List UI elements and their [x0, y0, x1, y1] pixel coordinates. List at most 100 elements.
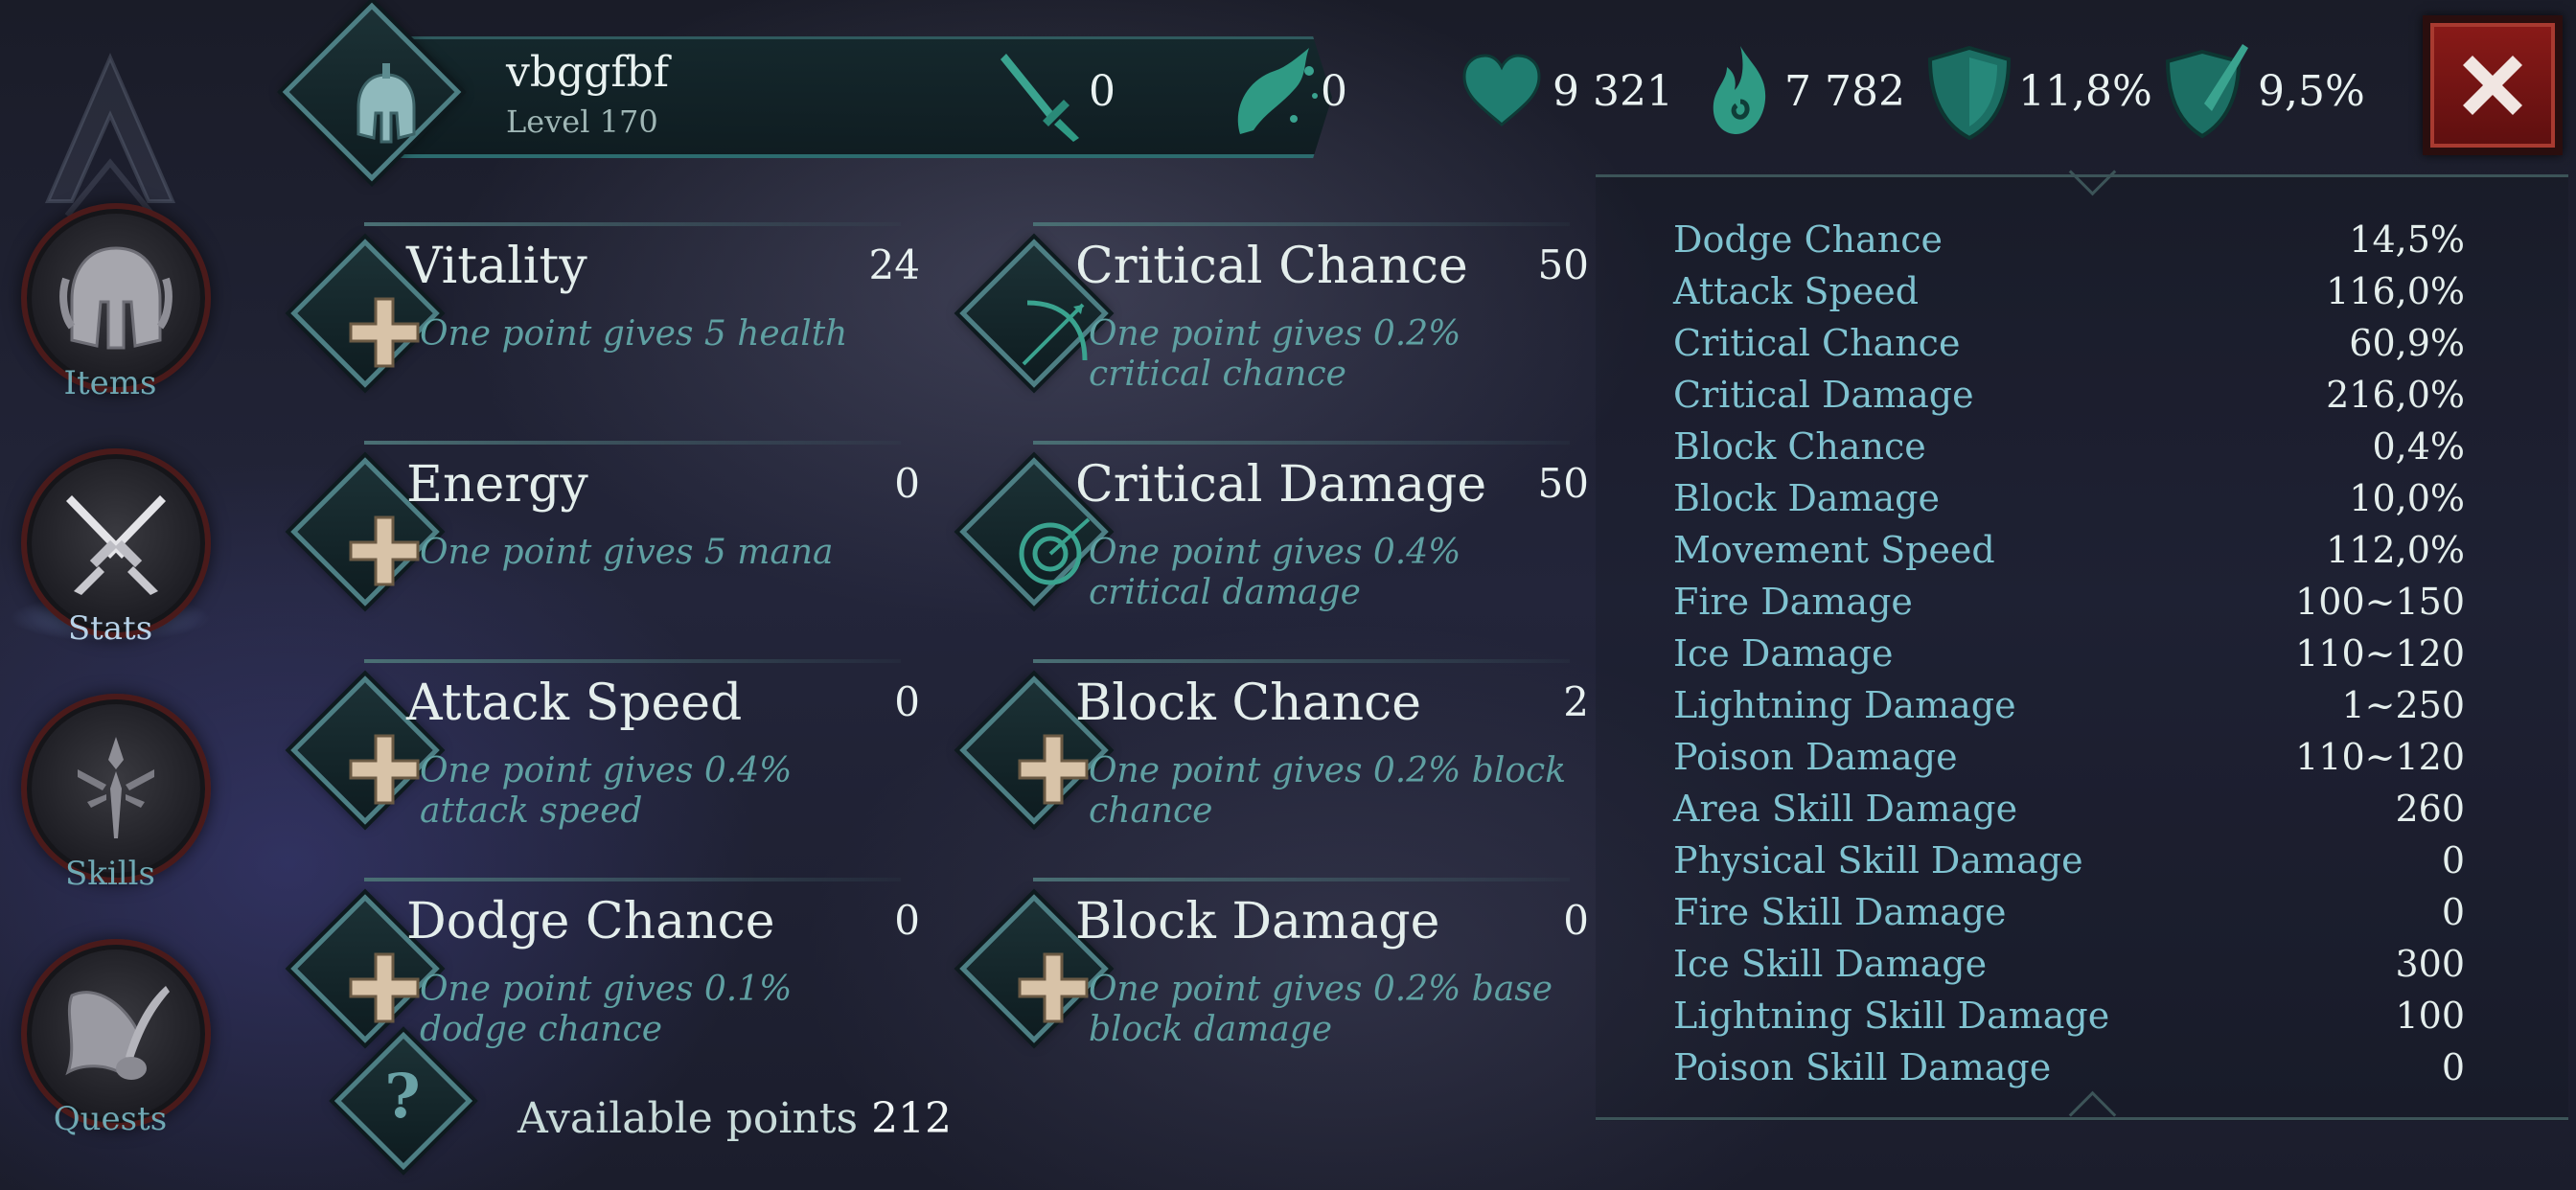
- stat-value: 0,4%: [2372, 425, 2465, 468]
- stat-row: Lightning Damage 1~250: [1673, 684, 2465, 736]
- attribute-value: 50: [1537, 460, 1589, 507]
- stat-row: Lightning Skill Damage 100: [1673, 995, 2465, 1046]
- attribute-value: 24: [868, 241, 920, 288]
- sidebar-item-label[interactable]: Quests: [0, 1100, 220, 1138]
- stat-row: Dodge Chance 14,5%: [1673, 218, 2465, 270]
- help-question-icon[interactable]: ?: [345, 1035, 460, 1159]
- stat-value: 0: [2441, 891, 2465, 933]
- sidebar-item-label[interactable]: Skills: [0, 855, 220, 893]
- stat-row: Movement Speed 112,0%: [1673, 529, 2465, 581]
- stat-value: 14,5%: [2349, 218, 2465, 261]
- attribute-description: One point gives 5 health: [420, 314, 848, 354]
- attribute-description: One point gives 5 mana: [420, 533, 834, 572]
- stat-value: 10,0%: [2349, 477, 2465, 519]
- attribute-name: Critical Chance: [1075, 238, 1468, 295]
- attribute-value: 50: [1537, 241, 1589, 288]
- stat-name: Ice Skill Damage: [1673, 943, 1988, 985]
- attribute-description: One point gives 0.2% base block damage: [1089, 970, 1553, 1049]
- spartan-helmet-icon[interactable]: [314, 34, 458, 178]
- sidebar-item-label[interactable]: Items: [0, 364, 220, 402]
- stat-value: 60,9%: [2349, 322, 2465, 364]
- sidebar-item-label[interactable]: Stats: [0, 609, 220, 648]
- attribute-card-vitality: Vitality 24 One point gives 5 health: [288, 222, 920, 423]
- attribute-description: One point gives 0.2% critical chance: [1089, 314, 1461, 394]
- stat-value: 1~250: [2341, 684, 2465, 726]
- stat-value: 110~120: [2295, 736, 2465, 778]
- stat-value: 300: [2395, 943, 2465, 985]
- stat-name: Fire Damage: [1673, 581, 1913, 623]
- stat-value: 216,0%: [2326, 374, 2465, 416]
- stat-value: 100~150: [2295, 581, 2465, 623]
- stat-name: Lightning Damage: [1673, 684, 2016, 726]
- stat-row: Critical Damage 216,0%: [1673, 374, 2465, 425]
- card-divider: [364, 878, 901, 881]
- attribute-description: One point gives 0.4% critical damage: [1089, 533, 1461, 612]
- attribute-card-critical-damage: Critical Damage 50 One point gives 0.4% …: [956, 441, 1589, 642]
- attribute-value: 0: [894, 897, 920, 944]
- available-points: Available points 212: [518, 1094, 952, 1143]
- stat-value: 116,0%: [2326, 270, 2465, 312]
- attribute-name: Vitality: [406, 238, 587, 295]
- attribute-name: Energy: [406, 456, 588, 514]
- scroll-quill-icon: [65, 986, 170, 1080]
- crossed-swords-icon: [66, 495, 166, 595]
- stat-name: Lightning Skill Damage: [1673, 995, 2110, 1037]
- stat-name: Dodge Chance: [1673, 218, 1944, 261]
- skills-emblem-icon: [78, 737, 154, 838]
- stat-row: Attack Speed 116,0%: [1673, 270, 2465, 322]
- stat-row: Fire Skill Damage 0: [1673, 891, 2465, 943]
- resist-value: 9,5%: [2258, 67, 2365, 116]
- attribute-name: Critical Damage: [1075, 456, 1487, 514]
- stat-name: Fire Skill Damage: [1673, 891, 2007, 933]
- mana-flame-icon: [1713, 46, 1766, 134]
- armor-value: 11,8%: [2018, 67, 2152, 116]
- stat-name: Block Chance: [1673, 425, 1926, 468]
- card-divider: [364, 441, 901, 445]
- stat-name: Physical Skill Damage: [1673, 839, 2083, 881]
- available-points-value: 212: [871, 1094, 953, 1143]
- stat-row: Physical Skill Damage 0: [1673, 839, 2465, 891]
- stat-row: Block Damage 10,0%: [1673, 477, 2465, 529]
- attribute-value: 2: [1563, 678, 1589, 725]
- resist-shield-icon: [2165, 44, 2248, 139]
- helmet-icon: [59, 246, 172, 350]
- dust-count: 0: [1321, 67, 1347, 116]
- attribute-card-attack-speed: Attack Speed 0 One point gives 0.4% atta…: [288, 659, 920, 860]
- stat-value: 0: [2441, 839, 2465, 881]
- stat-value: 100: [2395, 995, 2465, 1037]
- attribute-card-energy: Energy 0 One point gives 5 mana: [288, 441, 920, 642]
- mana-value: 7 782: [1784, 67, 1905, 116]
- attribute-card-critical-chance: Critical Chance 50 One point gives 0.2% …: [956, 222, 1589, 423]
- attribute-card-block-chance: Block Chance 2 One point gives 0.2% bloc…: [956, 659, 1589, 860]
- card-divider: [364, 222, 901, 226]
- stat-row: Fire Damage 100~150: [1673, 581, 2465, 632]
- available-points-label: Available points: [518, 1094, 859, 1143]
- stat-row: Ice Damage 110~120: [1673, 632, 2465, 684]
- stat-row: Block Chance 0,4%: [1673, 425, 2465, 477]
- stat-value: 0: [2441, 1046, 2465, 1088]
- player-level: Level 170: [506, 103, 658, 140]
- attribute-description: One point gives 0.4% attack speed: [420, 751, 793, 831]
- close-icon: [2463, 56, 2522, 115]
- attribute-name: Block Damage: [1075, 893, 1440, 950]
- card-divider: [364, 659, 901, 663]
- attribute-name: Block Chance: [1075, 675, 1421, 732]
- attribute-name: Dodge Chance: [406, 893, 775, 950]
- close-button[interactable]: [2423, 15, 2563, 155]
- health-value: 9 321: [1552, 67, 1673, 116]
- attribute-card-block-damage: Block Damage 0 One point gives 0.2% base…: [956, 878, 1589, 1079]
- card-divider: [1033, 878, 1570, 881]
- attribute-description: One point gives 0.2% block chance: [1089, 751, 1567, 831]
- attribute-value: 0: [894, 678, 920, 725]
- stat-name: Critical Chance: [1673, 322, 1961, 364]
- stat-row: Area Skill Damage 260: [1673, 788, 2465, 839]
- stat-name: Poison Skill Damage: [1673, 1046, 2052, 1088]
- sword-count: 0: [1089, 67, 1116, 116]
- stat-value: 112,0%: [2326, 529, 2465, 571]
- stat-name: Poison Damage: [1673, 736, 1958, 778]
- dust-splash-icon: [1237, 48, 1318, 134]
- armor-shield-icon: [1927, 45, 2012, 140]
- player-name: vbggfbf: [506, 48, 670, 97]
- card-divider: [1033, 659, 1570, 663]
- attribute-value: 0: [1563, 897, 1589, 944]
